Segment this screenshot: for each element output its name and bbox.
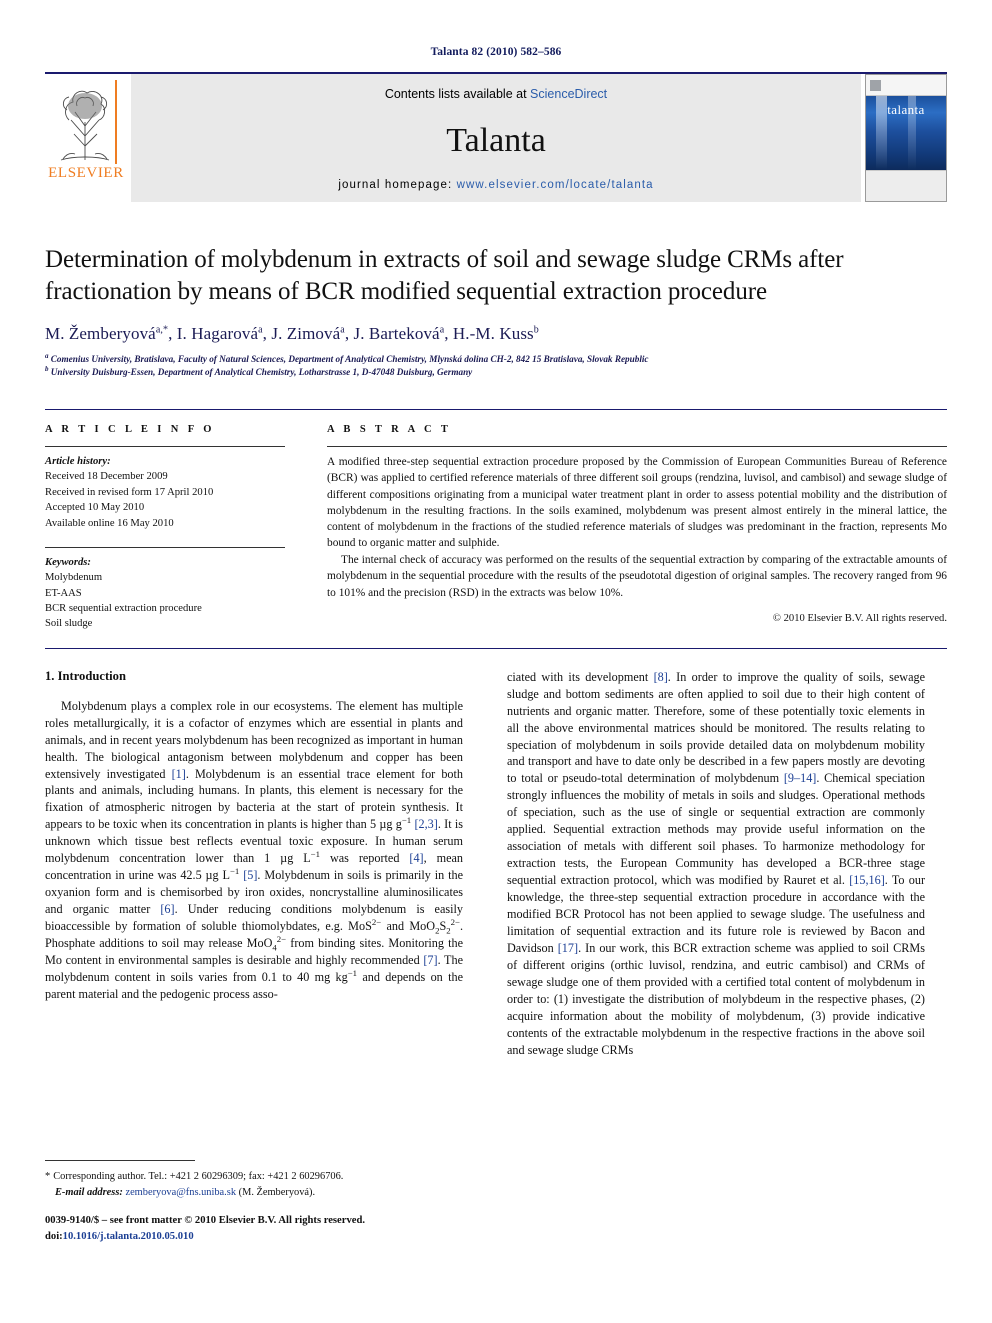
elsevier-logo: ELSEVIER — [45, 74, 127, 202]
footnote-area: * Corresponding author. Tel.: +421 2 6029… — [45, 1160, 463, 1200]
body-column-left: 1. Introduction Molybdenum plays a compl… — [45, 669, 485, 1059]
affiliation-list: a Comenius University, Bratislava, Facul… — [45, 351, 947, 379]
contents-list-line: Contents lists available at ScienceDirec… — [385, 87, 607, 101]
elsevier-wordmark: ELSEVIER — [48, 165, 124, 181]
corresponding-author-note: * Corresponding author. Tel.: +421 2 6029… — [45, 1169, 463, 1185]
keywords-group: Keywords: Molybdenum ET-AAS BCR sequenti… — [45, 555, 285, 632]
email-label: E-mail address: — [55, 1186, 123, 1198]
copyright-line: © 2010 Elsevier B.V. All rights reserved… — [772, 612, 947, 624]
section-title-introduction: 1. Introduction — [45, 668, 126, 683]
divider — [45, 546, 285, 548]
journal-cover-thumbnail: talanta — [865, 74, 947, 202]
affiliation-a: a Comenius University, Bratislava, Facul… — [45, 351, 649, 364]
journal-article-page: Talanta 82 (2010) 582–586 ELSEVIER Conte… — [0, 0, 992, 1323]
page-title: Determination of molybdenum in extracts … — [45, 246, 844, 305]
history-item: Available online 16 May 2010 — [45, 517, 174, 529]
running-head: Talanta 82 (2010) 582–586 — [430, 46, 562, 58]
email-suffix: (M. Žemberyová). — [238, 1186, 316, 1198]
cover-logo-square — [870, 79, 881, 91]
cover-artwork: talanta — [866, 96, 946, 170]
homepage-prefix: journal homepage: — [338, 179, 453, 191]
abstract-column: A B S T R A C T A modified three-step se… — [307, 424, 947, 632]
issn-line: 0039-9140/$ – see front matter © 2010 El… — [45, 1215, 365, 1226]
article-body: 1. Introduction Molybdenum plays a compl… — [45, 647, 947, 1059]
intro-paragraph-left: Molybdenum plays a complex role in our e… — [45, 698, 464, 1001]
article-info-column: A R T I C L E I N F O Article history: R… — [45, 424, 307, 632]
keywords-label: Keywords: — [45, 556, 91, 568]
divider — [45, 446, 285, 448]
cover-bottom-band — [866, 170, 946, 201]
abstract-paragraph: The internal check of accuracy was perfo… — [327, 554, 947, 599]
journal-title: Talanta — [446, 122, 546, 159]
email-note: E-mail address: zemberyova@fns.uniba.sk … — [45, 1185, 463, 1201]
history-item: Accepted 10 May 2010 — [45, 502, 145, 514]
affiliation-b: b University Duisburg-Essen, Department … — [45, 365, 473, 378]
divider — [327, 446, 947, 448]
info-abstract-row: A R T I C L E I N F O Article history: R… — [45, 409, 947, 632]
body-column-right: ciated with its development [8]. In orde… — [485, 669, 925, 1059]
footnote-divider — [45, 1160, 195, 1161]
keyword-item: ET-AAS — [45, 587, 82, 599]
abstract-paragraph: A modified three-step sequential extract… — [327, 456, 947, 550]
elsevier-tree-icon — [55, 80, 117, 164]
intro-paragraph-right: ciated with its development [8]. In orde… — [507, 669, 925, 1057]
keyword-item: Soil sludge — [45, 618, 93, 630]
keyword-item: Molybdenum — [45, 572, 103, 584]
article-history-label: Article history: — [45, 456, 111, 468]
abstract-heading: A B S T R A C T — [327, 424, 452, 436]
title-block: Determination of molybdenum in extracts … — [45, 244, 947, 379]
doi-link[interactable]: 10.1016/j.talanta.2010.05.010 — [63, 1231, 194, 1242]
abstract-body: A modified three-step sequential extract… — [327, 454, 947, 601]
doi-line: doi:10.1016/j.talanta.2010.05.010 — [45, 1229, 365, 1245]
doi-label: doi: — [45, 1230, 63, 1242]
sciencedirect-link[interactable]: ScienceDirect — [530, 87, 607, 101]
affiliation-b-text: University Duisburg-Essen, Department of… — [50, 367, 473, 378]
journal-masthead: ELSEVIER Contents lists available at Sci… — [45, 72, 947, 202]
journal-homepage-line: journal homepage: www.elsevier.com/locat… — [338, 179, 653, 191]
cover-top-band — [866, 75, 946, 96]
masthead-center: Contents lists available at ScienceDirec… — [131, 74, 861, 202]
history-item: Received 18 December 2009 — [45, 471, 168, 483]
asterisk-icon: * — [45, 1171, 51, 1182]
author-list: M. Žemberyováa,*, I. Hagarováa, J. Zimov… — [45, 324, 539, 343]
corresponding-author-text: Corresponding author. Tel.: +421 2 60296… — [53, 1171, 344, 1182]
article-info-heading: A R T I C L E I N F O — [45, 424, 215, 436]
article-history-group: Article history: Received 18 December 20… — [45, 454, 285, 531]
email-link[interactable]: zemberyova@fns.uniba.sk — [125, 1187, 236, 1198]
cover-journal-title: talanta — [887, 102, 925, 117]
contents-prefix: Contents lists available at — [384, 87, 527, 101]
journal-homepage-link[interactable]: www.elsevier.com/locate/talanta — [457, 179, 654, 191]
issn-copyright-block: 0039-9140/$ – see front matter © 2010 El… — [45, 1213, 365, 1245]
keyword-item: BCR sequential extraction procedure — [45, 603, 202, 614]
affiliation-a-text: Comenius University, Bratislava, Faculty… — [50, 354, 649, 364]
history-item: Received in revised form 17 April 2010 — [45, 486, 214, 498]
